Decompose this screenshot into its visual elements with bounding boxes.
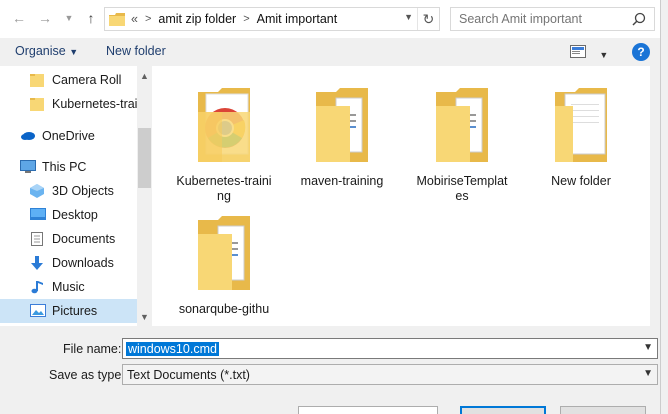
folder-with-docs-icon [192, 212, 256, 296]
forward-arrow-icon[interactable]: → [36, 9, 54, 27]
sidebar-item-label: Kubernetes-train [52, 97, 145, 111]
recent-locations-chevron-icon[interactable]: ▼ [60, 9, 78, 27]
sidebar-item-this-pc[interactable]: This PC [0, 155, 137, 179]
file-item[interactable]: Kubernetes-training [176, 84, 272, 204]
breadcrumb-item[interactable]: amit zip folder [158, 12, 236, 26]
organise-button[interactable]: Organise ▼ [15, 44, 78, 58]
save-type-value: Text Documents (*.txt) [127, 367, 250, 382]
file-view-scrollbar[interactable] [650, 66, 660, 326]
file-item[interactable]: New folder [533, 84, 629, 189]
cancel-button[interactable] [560, 406, 646, 414]
folder-with-paper-icon [549, 84, 613, 168]
scrollbar-thumb[interactable] [138, 128, 151, 188]
folder-icon [30, 97, 46, 111]
sidebar-item-music[interactable]: Music [0, 275, 137, 299]
desktop-icon [30, 208, 46, 222]
refresh-icon[interactable]: ↻ [417, 8, 439, 30]
save-type-label: Save as type: [49, 368, 125, 382]
window-edge [660, 0, 668, 414]
sidebar-item-kubernetes-train[interactable]: Kubernetes-train [0, 92, 144, 116]
address-bar[interactable]: « > amit zip folder > Amit important ▼ ↻ [104, 7, 440, 31]
sidebar-item-label: OneDrive [42, 129, 95, 143]
file-name-field[interactable]: windows10.cmd ▼ [122, 338, 658, 359]
folder-with-docs-icon [310, 84, 374, 168]
view-icon [570, 45, 586, 58]
sidebar-item-label: 3D Objects [52, 184, 114, 198]
sidebar-item-label: Music [52, 280, 85, 294]
picture-icon [30, 304, 46, 318]
file-name-input[interactable]: windows10.cmd [126, 341, 219, 356]
chevron-down-icon[interactable]: ▼ [643, 368, 653, 379]
breadcrumb-item[interactable]: Amit important [257, 12, 338, 26]
folder-icon [109, 12, 125, 26]
sidebar-item-label: Pictures [52, 304, 98, 318]
chevron-down-icon: ▼ [69, 47, 79, 57]
folder-with-docs-icon [430, 84, 494, 168]
chevron-down-icon: ▼ [599, 50, 609, 60]
address-dropdown-icon[interactable]: ▼ [404, 12, 413, 22]
file-name: sonarqube-githu [178, 302, 270, 316]
file-item[interactable]: maven-training [294, 84, 390, 189]
cloud-icon [20, 129, 36, 143]
breadcrumb-overflow[interactable]: « [131, 12, 138, 26]
navigation-scrollbar[interactable]: ▲ ▼ [137, 66, 152, 326]
sidebar-item-documents[interactable]: Documents [0, 227, 137, 251]
file-name: maven-training [300, 174, 384, 188]
back-arrow-icon[interactable]: ← [10, 9, 28, 27]
search-icon[interactable] [632, 12, 646, 29]
encoding-select[interactable] [298, 406, 438, 414]
new-folder-button[interactable]: New folder [106, 44, 166, 58]
breadcrumb-separator-icon: > [144, 13, 152, 25]
sidebar-item-3d-objects[interactable]: 3D Objects [0, 179, 137, 203]
document-icon [30, 232, 46, 246]
download-arrow-icon [30, 256, 46, 270]
cube-icon [30, 184, 46, 198]
sidebar-item-pictures[interactable]: Pictures [0, 299, 137, 323]
save-type-select[interactable]: Text Documents (*.txt) ▼ [122, 364, 658, 385]
file-item[interactable]: sonarqube-githu [176, 212, 272, 317]
sidebar-item-label: Downloads [52, 256, 114, 270]
help-button[interactable]: ? [632, 43, 650, 61]
view-options-button[interactable]: ▼ [570, 45, 608, 61]
scroll-up-icon[interactable]: ▲ [137, 71, 152, 81]
chevron-down-icon[interactable]: ▼ [643, 342, 653, 353]
sidebar-item-label: This PC [42, 160, 87, 174]
command-bar: Organise ▼ New folder ▼ ? [0, 38, 660, 66]
organise-label: Organise [15, 44, 66, 58]
computer-icon [20, 160, 36, 174]
sidebar-item-onedrive[interactable]: OneDrive [0, 124, 137, 148]
breadcrumb-separator-icon: > [243, 13, 250, 25]
sidebar-item-label: Documents [52, 232, 116, 246]
file-name-label: File name: [63, 342, 122, 356]
search-box[interactable] [450, 7, 655, 31]
up-arrow-icon[interactable]: ↑ [82, 9, 100, 27]
sidebar-item-desktop[interactable]: Desktop [0, 203, 137, 227]
file-name: MobiriseTemplates [416, 174, 508, 203]
address-row: ← → ▼ ↑ « > amit zip folder > Amit impor… [0, 0, 668, 38]
file-item[interactable]: MobiriseTemplates [414, 84, 510, 204]
navigation-pane: Camera Roll Kubernetes-train OneDrive Th… [0, 66, 152, 326]
save-button[interactable] [460, 406, 546, 414]
scroll-down-icon[interactable]: ▼ [137, 312, 152, 322]
sidebar-item-downloads[interactable]: Downloads [0, 251, 137, 275]
sidebar-item-camera-roll[interactable]: Camera Roll [0, 68, 137, 92]
breadcrumb: « > amit zip folder > Amit important [131, 12, 337, 26]
file-name: New folder [551, 174, 611, 188]
music-note-icon [30, 280, 46, 294]
sidebar-item-label: Desktop [52, 208, 98, 222]
search-input[interactable] [459, 12, 619, 26]
sidebar-item-label: Camera Roll [52, 73, 122, 87]
file-view: Kubernetes-training maven-training Mobir… [152, 66, 650, 326]
file-name: Kubernetes-training [176, 174, 272, 203]
save-form: File name: windows10.cmd ▼ Save as type:… [0, 326, 660, 414]
folder-icon [30, 73, 46, 87]
chrome-folder-icon [192, 84, 256, 168]
